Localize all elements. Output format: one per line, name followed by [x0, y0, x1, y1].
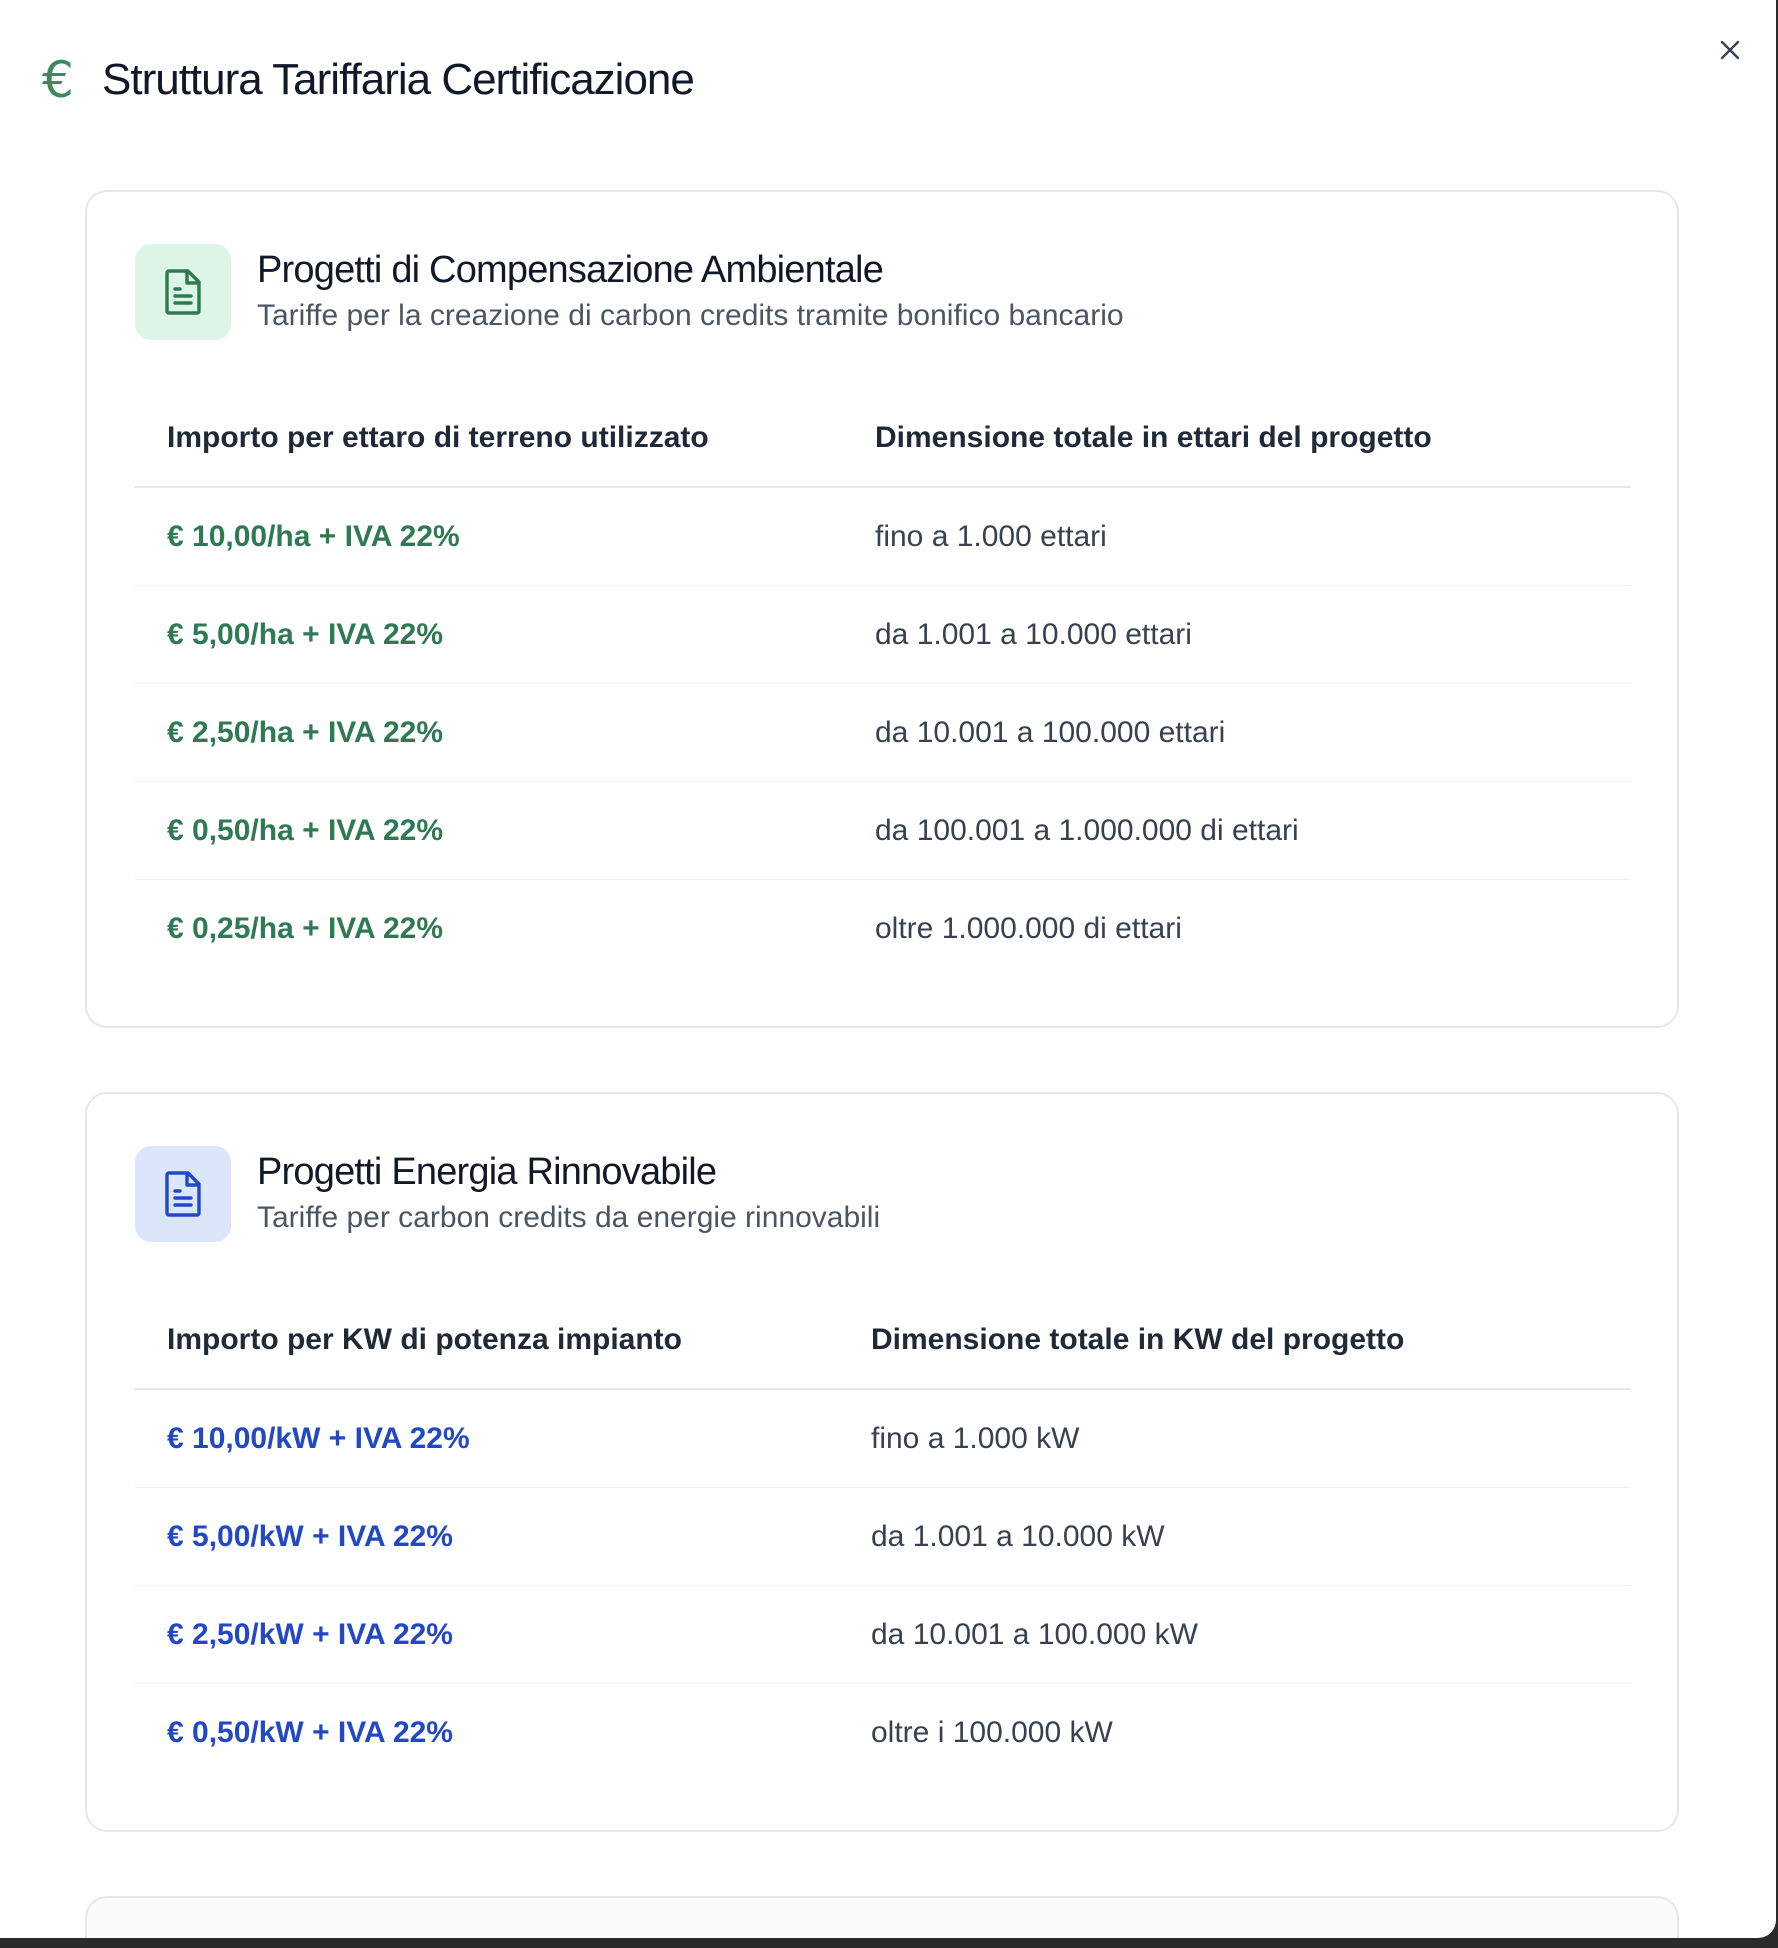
- card-title: Progetti di Compensazione Ambientale: [257, 249, 884, 291]
- price-cell: € 0,25/ha + IVA 22%: [167, 911, 443, 945]
- card-renewable-energy: Progetti Energia Rinnovabile Tariffe per…: [85, 1092, 1679, 1832]
- table-row: € 0,50/ha + IVA 22% da 100.001 a 1.000.0…: [135, 782, 1631, 880]
- table-header-row: Importo per ettaro di terreno utilizzato…: [135, 390, 1631, 488]
- range-cell: da 1.001 a 10.000 kW: [871, 1519, 1165, 1553]
- column-header: Dimensione totale in ettari del progetto: [875, 421, 1432, 454]
- table-row: € 5,00/kW + IVA 22% da 1.001 a 10.000 kW: [135, 1488, 1631, 1586]
- table-row: € 2,50/ha + IVA 22% da 10.001 a 100.000 …: [135, 684, 1631, 782]
- document-icon: [165, 1171, 201, 1217]
- table-row: € 2,50/kW + IVA 22% da 10.001 a 100.000 …: [135, 1586, 1631, 1684]
- document-icon: [165, 269, 201, 315]
- table-row: € 5,00/ha + IVA 22% da 1.001 a 10.000 et…: [135, 586, 1631, 684]
- dialog-header: € Struttura Tariffaria Certificazione: [42, 50, 695, 110]
- range-cell: da 10.001 a 100.000 ettari: [875, 715, 1226, 749]
- pricing-table: Importo per ettaro di terreno utilizzato…: [135, 390, 1631, 977]
- range-cell: da 100.001 a 1.000.000 di ettari: [875, 813, 1299, 847]
- card-subtitle: Tariffe per la creazione di carbon credi…: [257, 299, 1124, 332]
- range-cell: da 1.001 a 10.000 ettari: [875, 617, 1192, 651]
- card-subtitle: Tariffe per carbon credits da energie ri…: [257, 1201, 881, 1234]
- range-cell: fino a 1.000 kW: [871, 1421, 1080, 1455]
- table-row: € 0,50/kW + IVA 22% oltre i 100.000 kW: [135, 1684, 1631, 1781]
- column-header: Importo per ettaro di terreno utilizzato: [167, 421, 709, 454]
- pricing-table: Importo per KW di potenza impianto Dimen…: [135, 1292, 1631, 1781]
- column-header: Dimensione totale in KW del progetto: [871, 1323, 1405, 1356]
- card-title: Progetti Energia Rinnovabile: [257, 1151, 717, 1193]
- table-header-row: Importo per KW di potenza impianto Dimen…: [135, 1292, 1631, 1390]
- price-cell: € 2,50/kW + IVA 22%: [167, 1617, 453, 1651]
- price-cell: € 0,50/ha + IVA 22%: [167, 813, 443, 847]
- range-cell: da 10.001 a 100.000 kW: [871, 1617, 1198, 1651]
- price-cell: € 10,00/kW + IVA 22%: [167, 1421, 470, 1455]
- document-icon-tile: [135, 1146, 231, 1242]
- price-cell: € 2,50/ha + IVA 22%: [167, 715, 443, 749]
- price-cell: € 5,00/ha + IVA 22%: [167, 617, 443, 651]
- range-cell: oltre 1.000.000 di ettari: [875, 911, 1182, 945]
- table-row: € 10,00/ha + IVA 22% fino a 1.000 ettari: [135, 488, 1631, 586]
- price-cell: € 5,00/kW + IVA 22%: [167, 1519, 453, 1553]
- document-icon-tile: [135, 244, 231, 340]
- table-row: € 0,25/ha + IVA 22% oltre 1.000.000 di e…: [135, 880, 1631, 977]
- close-button[interactable]: [1708, 28, 1752, 72]
- range-cell: fino a 1.000 ettari: [875, 519, 1107, 553]
- euro-icon: €: [42, 51, 74, 109]
- close-icon: [1720, 40, 1740, 60]
- table-row: € 10,00/kW + IVA 22% fino a 1.000 kW: [135, 1390, 1631, 1488]
- price-cell: € 0,50/kW + IVA 22%: [167, 1715, 453, 1749]
- card-header: Progetti di Compensazione Ambientale Tar…: [135, 244, 1124, 340]
- card-header: Progetti Energia Rinnovabile Tariffe per…: [135, 1146, 880, 1242]
- column-header: Importo per KW di potenza impianto: [167, 1323, 682, 1356]
- price-cell: € 10,00/ha + IVA 22%: [167, 519, 460, 553]
- card-environmental-compensation: Progetti di Compensazione Ambientale Tar…: [85, 190, 1679, 1028]
- range-cell: oltre i 100.000 kW: [871, 1715, 1113, 1749]
- pricing-dialog: € Struttura Tariffaria Certificazione Pr…: [0, 0, 1776, 1938]
- card-partial: [85, 1896, 1679, 1938]
- dialog-title: Struttura Tariffaria Certificazione: [102, 55, 695, 104]
